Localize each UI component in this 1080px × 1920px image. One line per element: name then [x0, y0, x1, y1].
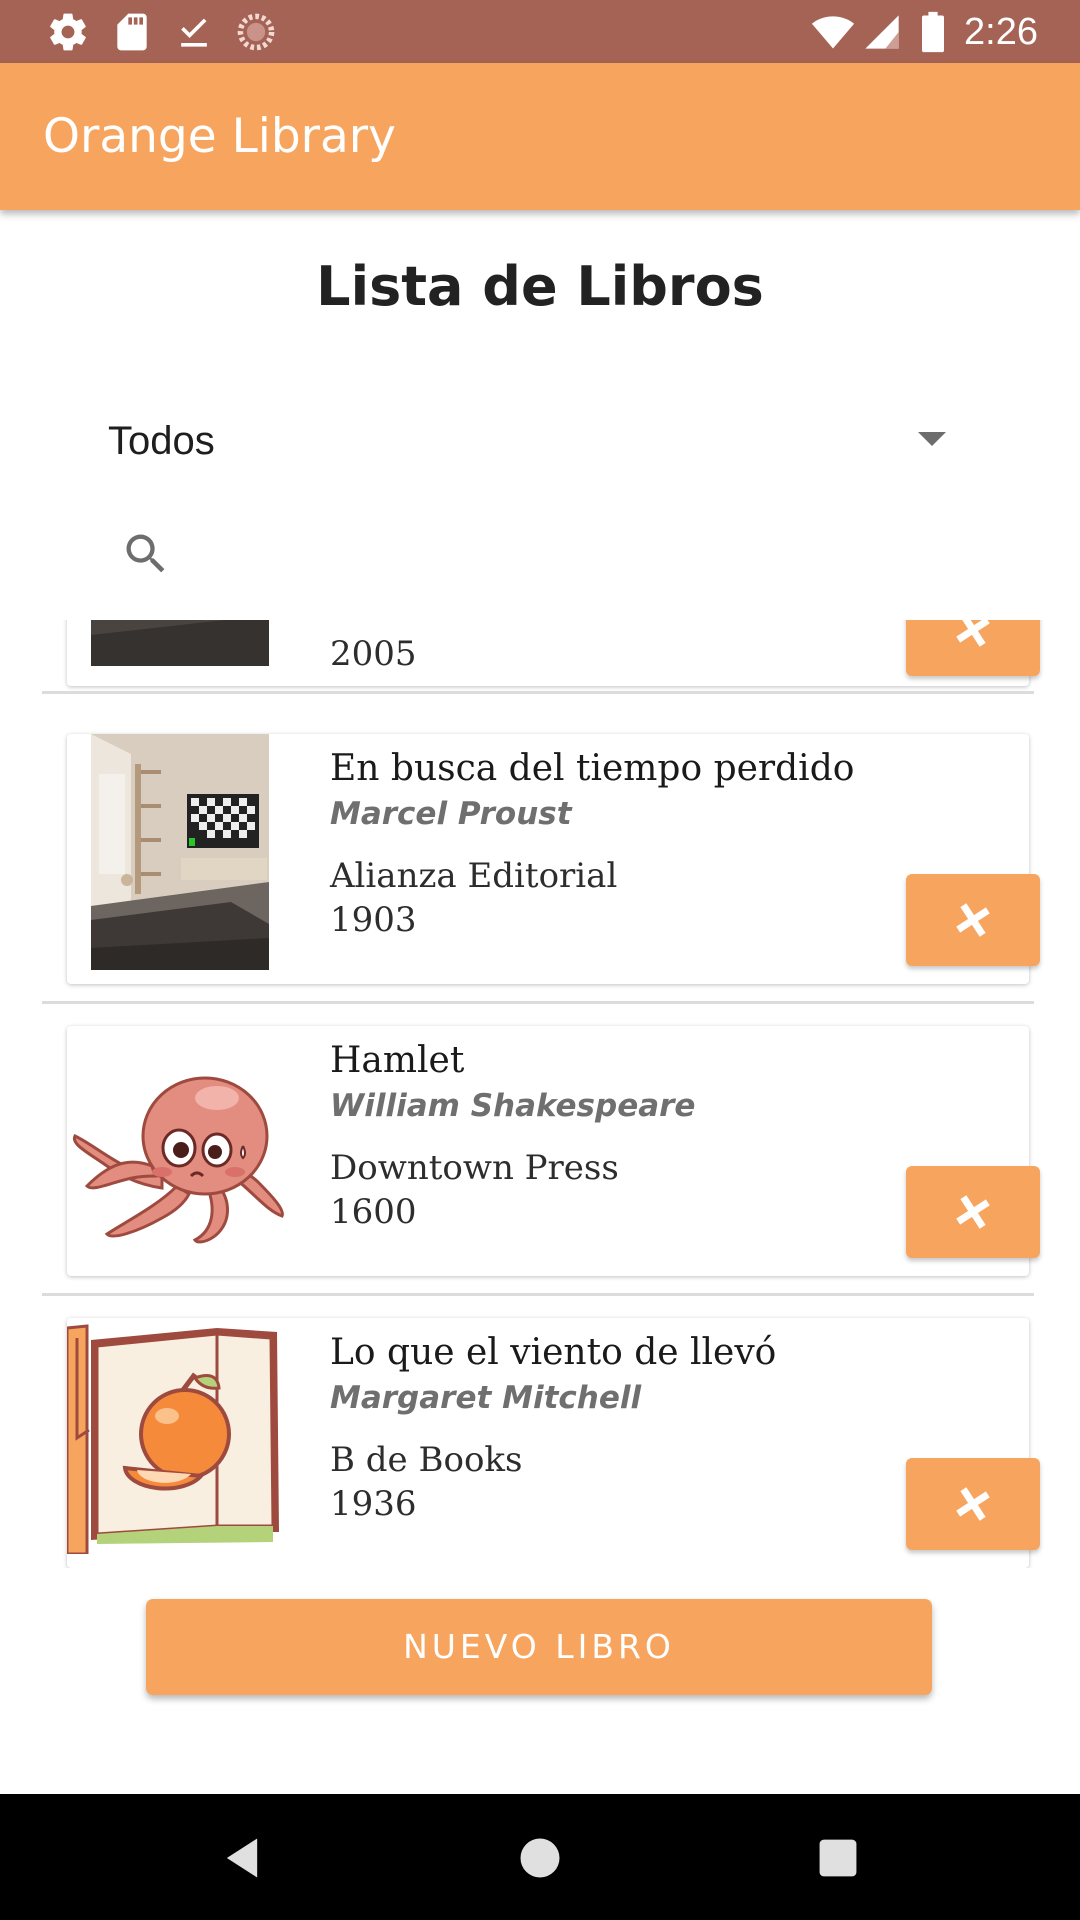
delete-icon	[956, 1487, 990, 1521]
signal-icon	[865, 15, 899, 49]
sd-card-icon	[117, 13, 147, 51]
home-icon[interactable]	[514, 1832, 566, 1884]
app-title: Orange Library	[43, 109, 396, 164]
list-item[interactable]: 2005	[42, 620, 1040, 694]
status-bar: 2:26	[0, 0, 1080, 63]
divider	[42, 691, 1034, 694]
sync-circle-icon	[237, 13, 275, 51]
app-bar: Orange Library	[0, 63, 1080, 210]
search-input[interactable]	[198, 520, 898, 580]
list-item[interactable]: Hamlet William Shakespeare Downtown Pres…	[42, 1026, 1040, 1296]
search-icon	[126, 534, 165, 573]
filter-selected-value: Todos	[108, 419, 215, 463]
wifi-icon	[811, 16, 855, 49]
divider	[42, 1293, 1034, 1296]
book-year: 1903	[330, 900, 417, 940]
battery-icon	[922, 11, 944, 53]
book-cover-orange	[67, 1318, 289, 1554]
book-title: Hamlet	[330, 1040, 465, 1081]
book-card[interactable]: Hamlet William Shakespeare Downtown Pres…	[67, 1026, 1029, 1276]
delete-icon	[956, 903, 990, 937]
book-card[interactable]: 2005	[67, 620, 1029, 686]
search-bar[interactable]	[108, 510, 948, 590]
book-year: 1936	[330, 1484, 417, 1524]
delete-book-button[interactable]	[906, 874, 1040, 966]
book-year: 2005	[330, 634, 417, 674]
navigation-bar	[0, 1794, 1080, 1920]
book-year: 1600	[330, 1192, 417, 1232]
book-publisher: B de Books	[330, 1440, 523, 1480]
book-cover-room	[91, 620, 269, 666]
delete-book-button[interactable]	[906, 1166, 1040, 1258]
book-card[interactable]: En busca del tiempo perdido Marcel Prous…	[67, 734, 1029, 984]
book-author: William Shakespeare	[330, 1088, 696, 1124]
book-title: Lo que el viento de llevó	[330, 1332, 777, 1373]
gear-icon	[50, 13, 86, 51]
download-done-icon	[181, 18, 207, 47]
recents-icon[interactable]	[812, 1832, 864, 1884]
clock: 2:26	[964, 11, 1038, 53]
back-icon[interactable]	[216, 1832, 268, 1884]
filter-dropdown[interactable]: Todos	[108, 406, 948, 476]
list-item[interactable]: En busca del tiempo perdido Marcel Prous…	[42, 734, 1040, 1004]
delete-icon	[956, 620, 990, 647]
divider	[42, 1001, 1034, 1004]
book-title: En busca del tiempo perdido	[330, 748, 855, 789]
dropdown-arrow-icon	[918, 432, 946, 446]
page-title: Lista de Libros	[316, 255, 764, 318]
delete-icon	[956, 1195, 990, 1229]
book-list[interactable]: 2005 En busca del tiempo perdido Marcel …	[0, 620, 1080, 1568]
list-item[interactable]: Lo que el viento de llevó Margaret Mitch…	[42, 1318, 1040, 1568]
book-author: Margaret Mitchell	[330, 1380, 642, 1416]
delete-book-button[interactable]	[906, 1458, 1040, 1550]
book-publisher: Alianza Editorial	[330, 856, 618, 896]
book-cover-octopus	[67, 1026, 289, 1262]
new-book-button[interactable]: NUEVO LIBRO	[146, 1599, 932, 1695]
book-card[interactable]: Lo que el viento de llevó Margaret Mitch…	[67, 1318, 1029, 1568]
delete-book-button[interactable]	[906, 620, 1040, 676]
book-cover-room	[91, 734, 269, 970]
book-author: Marcel Proust	[330, 796, 572, 832]
book-publisher: Downtown Press	[330, 1148, 619, 1188]
